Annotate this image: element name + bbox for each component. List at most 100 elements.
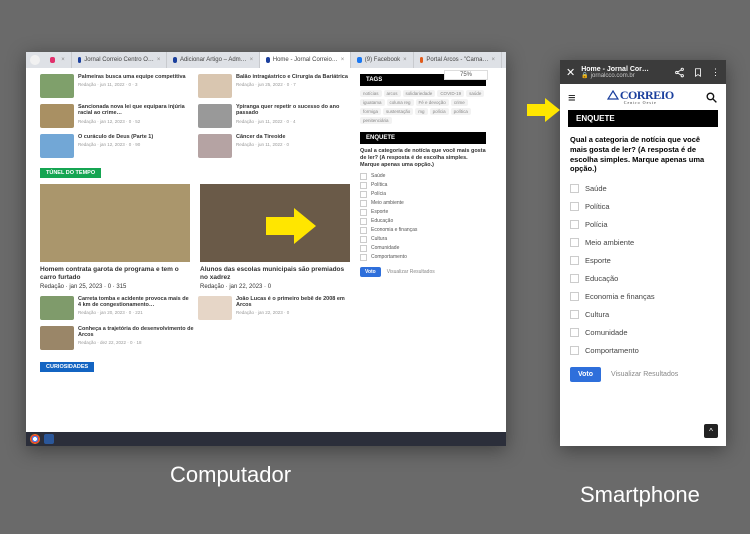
tag[interactable]: crime <box>451 99 468 106</box>
checkbox-icon[interactable] <box>570 328 579 337</box>
article-title: Câncer da Tireoide <box>236 134 350 140</box>
poll-option[interactable]: Política <box>360 182 486 189</box>
checkbox-icon[interactable] <box>570 238 579 247</box>
checkbox-icon[interactable] <box>570 292 579 301</box>
menu-icon[interactable]: ⋮ <box>711 67 720 78</box>
tag[interactable]: coluna reg <box>387 99 414 106</box>
section-label-tunnel[interactable]: TÚNEL DO TEMPO <box>40 168 101 178</box>
checkbox-icon[interactable] <box>570 274 579 283</box>
poll-option[interactable]: Polícia <box>570 220 716 229</box>
checkbox-icon[interactable] <box>360 182 367 189</box>
tab-label: Adicionar Artigo – Adm… <box>180 57 247 63</box>
chrome-icon[interactable] <box>30 434 40 444</box>
tag[interactable]: mg <box>415 108 427 115</box>
browser-tab[interactable]: × <box>44 52 72 68</box>
poll-option-label: Economia e finanças <box>585 292 655 301</box>
poll-option[interactable]: Comportamento <box>360 254 486 261</box>
browser-tab[interactable]: Jornal Correio Centro O… × <box>72 52 168 68</box>
checkbox-icon[interactable] <box>570 310 579 319</box>
url-bar[interactable]: Home - Jornal Cor… 🔒jornalcco.com.br <box>581 66 668 79</box>
tag[interactable]: política <box>451 108 471 115</box>
share-icon[interactable] <box>674 67 685 78</box>
close-icon[interactable]: × <box>250 57 254 63</box>
article-card[interactable]: Sancionada nova lei que equipara injúria… <box>40 104 192 128</box>
poll-option[interactable]: Comportamento <box>570 346 716 355</box>
tag[interactable]: COVID-19 <box>437 90 464 97</box>
article-card[interactable]: Balão intragástrico e Cirurgia da Bariát… <box>198 74 350 98</box>
tag[interactable]: penitenciária <box>360 117 392 124</box>
tag[interactable]: iguatama <box>360 99 385 106</box>
checkbox-icon[interactable] <box>360 218 367 225</box>
checkbox-icon[interactable] <box>360 200 367 207</box>
poll-option[interactable]: Cultura <box>360 236 486 243</box>
article-card[interactable]: João Lucas é o primeiro bebê de 2008 em … <box>198 296 350 320</box>
browser-tab[interactable]: Adicionar Artigo – Adm… × <box>167 52 260 68</box>
poll-option[interactable]: Meio ambiente <box>360 200 486 207</box>
view-results-link[interactable]: Visualizar Resultados <box>611 371 678 378</box>
site-logo[interactable]: CORREIO Centro Oeste <box>607 89 674 105</box>
checkbox-icon[interactable] <box>360 254 367 261</box>
browser-tab[interactable]: (9) Facebook × <box>351 52 413 68</box>
article-card[interactable]: Ypiranga quer repetir o sucesso do ano p… <box>198 104 350 128</box>
poll-option[interactable]: Cultura <box>570 310 716 319</box>
checkbox-icon[interactable] <box>360 191 367 198</box>
article-card[interactable]: Câncer da TireoideRedação · jun 11, 2022… <box>198 134 350 158</box>
article-meta: Redação · dez 22, 2022 · 0 · 18 <box>78 340 195 345</box>
poll-option[interactable]: Economia e finanças <box>570 292 716 301</box>
checkbox-icon[interactable] <box>570 184 579 193</box>
tag[interactable]: polícia <box>430 108 449 115</box>
vote-button[interactable]: Voto <box>570 367 601 382</box>
view-results-link[interactable]: Visualizar Resultados <box>387 269 435 275</box>
poll-option[interactable]: Polícia <box>360 191 486 198</box>
poll-option[interactable]: Política <box>570 202 716 211</box>
search-icon[interactable] <box>705 91 718 104</box>
tag[interactable]: notícias <box>360 90 382 97</box>
checkbox-icon[interactable] <box>570 202 579 211</box>
poll-option[interactable]: Comunidade <box>570 328 716 337</box>
section-label-curiosidades[interactable]: CURIOSIDADES <box>40 362 94 372</box>
article-card[interactable]: Conheça a trajetória do desenvolvimento … <box>40 326 195 350</box>
browser-tab[interactable]: Home - Jornal Correio… × <box>260 52 351 68</box>
poll-option[interactable]: Meio ambiente <box>570 238 716 247</box>
poll-option[interactable]: Educação <box>570 274 716 283</box>
window-control-icon[interactable] <box>30 55 40 65</box>
tag[interactable]: solidariedade <box>403 90 436 97</box>
poll-option[interactable]: Educação <box>360 218 486 225</box>
vote-button[interactable]: Voto <box>360 267 381 277</box>
article-card[interactable]: Carreta tomba e acidente provoca mais de… <box>40 296 192 320</box>
caption-phone: Smartphone <box>580 482 700 508</box>
tag[interactable]: formiga <box>360 108 381 115</box>
poll-option[interactable]: Saúde <box>570 184 716 193</box>
checkbox-icon[interactable] <box>360 236 367 243</box>
checkbox-icon[interactable] <box>360 209 367 216</box>
hamburger-icon[interactable]: ≡ <box>568 90 576 105</box>
close-icon[interactable]: × <box>341 57 345 63</box>
tag[interactable]: saúde <box>466 90 484 97</box>
tag[interactable]: Fé e devoção <box>416 99 449 106</box>
checkbox-icon[interactable] <box>360 173 367 180</box>
poll-option[interactable]: Saúde <box>360 173 486 180</box>
poll-option[interactable]: Comunidade <box>360 245 486 252</box>
checkbox-icon[interactable] <box>570 256 579 265</box>
word-icon[interactable] <box>44 434 54 444</box>
article-card[interactable]: Palmeiras busca uma equipe competitivaRe… <box>40 74 192 98</box>
close-icon[interactable]: × <box>157 57 161 63</box>
checkbox-icon[interactable] <box>570 220 579 229</box>
bookmark-icon[interactable] <box>693 67 703 78</box>
scroll-top-button[interactable]: ^ <box>704 424 718 438</box>
close-icon[interactable]: × <box>61 57 65 63</box>
close-icon[interactable]: ✕ <box>566 66 575 79</box>
close-icon[interactable]: × <box>403 57 407 63</box>
poll-option[interactable]: Esporte <box>360 209 486 216</box>
browser-tab[interactable]: Portal Arcos - "Carna… × <box>414 52 502 68</box>
checkbox-icon[interactable] <box>360 245 367 252</box>
article-card[interactable]: Homem contrata garota de programa e tem … <box>40 184 190 290</box>
article-card[interactable]: O curáculo de Deus (Parte 1)Redação · ja… <box>40 134 192 158</box>
poll-option[interactable]: Esporte <box>570 256 716 265</box>
checkbox-icon[interactable] <box>570 346 579 355</box>
tag[interactable]: arcos <box>384 90 401 97</box>
checkbox-icon[interactable] <box>360 227 367 234</box>
close-icon[interactable]: × <box>491 57 495 63</box>
poll-option[interactable]: Economia e finanças <box>360 227 486 234</box>
tag[interactable]: sustentação <box>383 108 413 115</box>
